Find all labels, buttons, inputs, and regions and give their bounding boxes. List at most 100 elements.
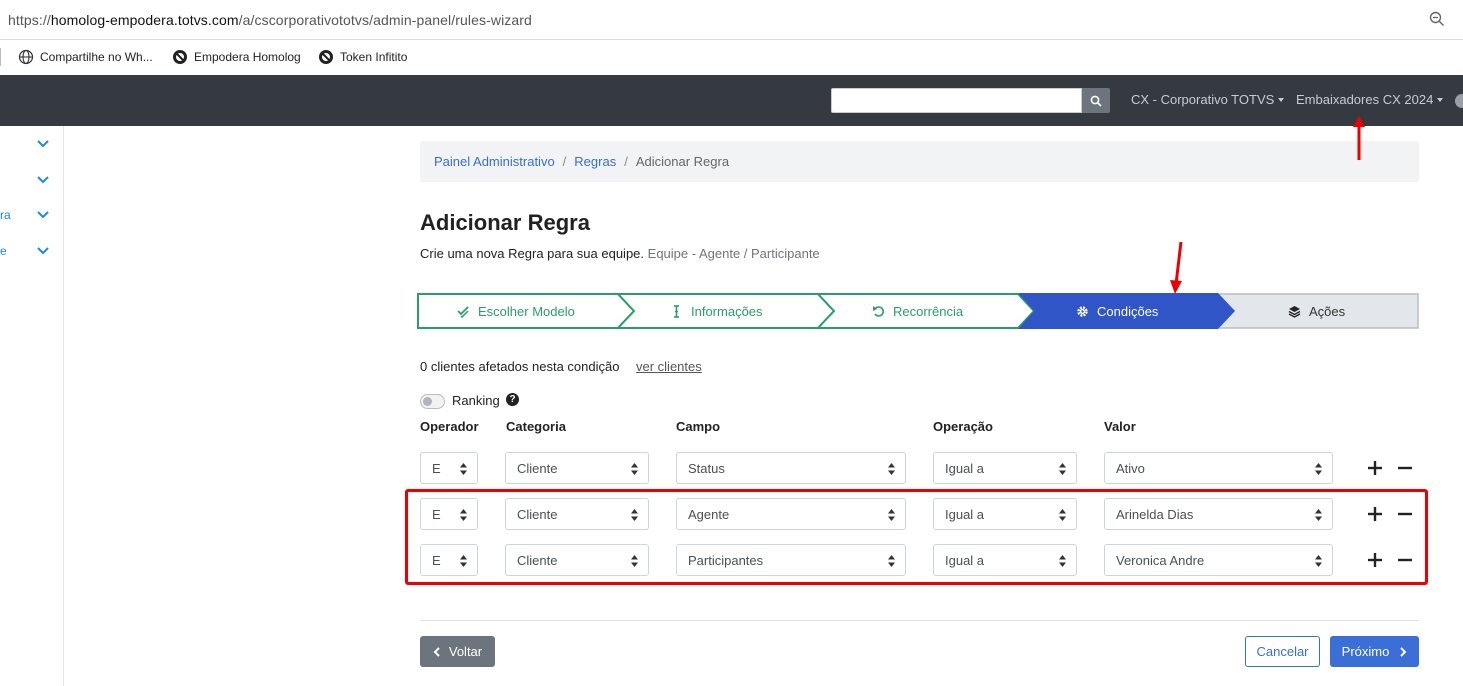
operador-select[interactable]: E — [420, 452, 478, 484]
next-label: Próximo — [1341, 644, 1390, 659]
subtitle-muted: Equipe - Agente / Participante — [647, 246, 820, 261]
operacao-select[interactable]: Igual a — [933, 452, 1077, 484]
app-navbar: CX - Corporativo TOTVS Embaixadores CX 2… — [0, 75, 1463, 126]
ranking-toggle[interactable] — [420, 394, 445, 409]
breadcrumb-separator: / — [562, 154, 567, 169]
campo-select[interactable]: Status — [676, 452, 906, 484]
page-title: Adicionar Regra — [420, 210, 590, 235]
sidebar-item[interactable] — [0, 171, 64, 191]
url-host: homolog-empodera.totvs.com — [50, 12, 239, 28]
step-condicoes[interactable]: Condições — [1076, 293, 1158, 329]
site-favicon-icon — [173, 50, 187, 64]
sidebar-item[interactable] — [0, 135, 64, 155]
header-operacao: Operação — [933, 419, 993, 434]
annotation-highlight-box — [405, 489, 1428, 585]
sort-arrows-icon — [888, 463, 895, 475]
text-cursor-icon — [674, 304, 679, 318]
operador-value: E — [432, 460, 441, 476]
sort-arrows-icon — [1059, 463, 1066, 475]
sidebar-item-label: e — [0, 244, 7, 258]
wizard-steps: Escolher Modelo Informações Recorrência … — [417, 293, 1419, 329]
sidebar-item[interactable]: e — [0, 242, 64, 262]
annotation-arrow-down-icon — [1170, 241, 1183, 294]
step-acoes[interactable]: Ações — [1288, 293, 1345, 329]
footer-divider — [420, 620, 1419, 621]
sort-arrows-icon — [460, 463, 467, 475]
company-dropdown[interactable]: CX - Corporativo TOTVS — [1131, 92, 1285, 107]
sidebar-item[interactable]: ra — [0, 206, 64, 226]
bookmark-token[interactable]: Token Infitito — [318, 49, 407, 65]
step-label: Escolher Modelo — [478, 303, 575, 319]
url-text[interactable]: https://homolog-empodera.totvs.com/a/csc… — [8, 12, 532, 28]
header-categoria: Categoria — [506, 419, 566, 434]
bookmarks-bar: Compartilhe no Wh... Empodera Homolog To… — [0, 40, 1463, 75]
chevron-down-icon — [37, 140, 49, 148]
step-informacoes[interactable]: Informações — [670, 293, 763, 329]
view-clients-link[interactable]: ver clientes — [636, 359, 702, 374]
browser-url-bar[interactable]: https://homolog-empodera.totvs.com/a/csc… — [0, 0, 1463, 40]
step-escolher-modelo[interactable]: Escolher Modelo — [457, 293, 575, 329]
program-dropdown[interactable]: Embaixadores CX 2024 — [1296, 92, 1444, 107]
bookmark-empodera-homolog[interactable]: Empodera Homolog — [172, 49, 301, 65]
step-recorrencia[interactable]: Recorrência — [872, 293, 963, 329]
next-button[interactable]: Próximo — [1330, 636, 1419, 667]
back-label: Voltar — [448, 644, 483, 659]
campo-value: Status — [688, 460, 725, 476]
operacao-value: Igual a — [945, 460, 985, 476]
bookmark-divider — [0, 48, 1, 66]
search-input[interactable] — [831, 88, 1082, 113]
url-path: /a/cscorporativototvs/admin-panel/rules-… — [238, 12, 532, 28]
valor-select[interactable]: Ativo — [1104, 452, 1333, 484]
help-icon[interactable] — [1455, 94, 1463, 108]
breadcrumb-link-rules[interactable]: Regras — [574, 154, 616, 169]
site-favicon-icon — [319, 50, 333, 64]
categoria-select[interactable]: Cliente — [505, 452, 649, 484]
categoria-value: Cliente — [517, 460, 558, 476]
bookmark-label: Empodera Homolog — [194, 50, 301, 64]
step-label: Informações — [691, 303, 763, 319]
header-valor: Valor — [1104, 419, 1136, 434]
remove-condition-icon[interactable] — [1397, 460, 1413, 476]
chevron-down-icon — [37, 247, 49, 255]
chevron-left-icon — [433, 646, 440, 657]
url-prefix: https:// — [8, 12, 51, 28]
page-subtitle: Crie uma nova Regra para sua equipe. Equ… — [420, 246, 820, 261]
sort-arrows-icon — [631, 463, 638, 475]
cancel-button[interactable]: Cancelar — [1245, 636, 1320, 667]
gear-icon — [1077, 305, 1088, 317]
check-double-icon — [457, 305, 469, 318]
step-label: Recorrência — [893, 303, 964, 319]
globe-icon — [18, 49, 34, 65]
affected-clients-text: 0 clientes afetados nesta condição — [420, 359, 620, 374]
search-button[interactable] — [1082, 88, 1110, 113]
bookmark-label: Token Infitito — [340, 50, 408, 64]
toggle-knob — [423, 397, 432, 406]
bookmark-whatsapp[interactable]: Compartilhe no Wh... — [18, 49, 153, 65]
chevron-right-icon — [1400, 646, 1407, 657]
program-label: Embaixadores CX 2024 — [1296, 92, 1434, 107]
back-button[interactable]: Voltar — [420, 636, 495, 667]
company-label: CX - Corporativo TOTVS — [1131, 92, 1275, 107]
header-operador: Operador — [420, 419, 479, 434]
header-campo: Campo — [676, 419, 721, 434]
sort-arrows-icon — [1315, 463, 1322, 475]
sidebar-item-label: ra — [0, 208, 11, 222]
annotation-arrow-up-icon — [1353, 116, 1365, 160]
search-icon — [1090, 95, 1102, 107]
add-condition-icon[interactable] — [1367, 460, 1383, 476]
undo-icon — [873, 305, 884, 317]
chevron-down-icon — [37, 176, 49, 184]
sidebar: ra e — [0, 126, 64, 686]
cancel-label: Cancelar — [1256, 644, 1309, 659]
breadcrumb-current: Adicionar Regra — [635, 154, 730, 169]
step-label: Ações — [1309, 303, 1346, 319]
zoom-out-icon[interactable] — [1429, 11, 1445, 27]
layers-icon — [1288, 305, 1301, 318]
question-icon[interactable]: ? — [506, 393, 519, 406]
breadcrumb-separator: / — [624, 154, 628, 169]
caret-down-icon — [1278, 97, 1285, 102]
breadcrumb-link-admin-panel[interactable]: Painel Administrativo — [434, 154, 555, 169]
subtitle-text: Crie uma nova Regra para sua equipe. — [420, 246, 645, 261]
chevron-down-icon — [37, 211, 49, 219]
caret-down-icon — [1437, 97, 1444, 102]
